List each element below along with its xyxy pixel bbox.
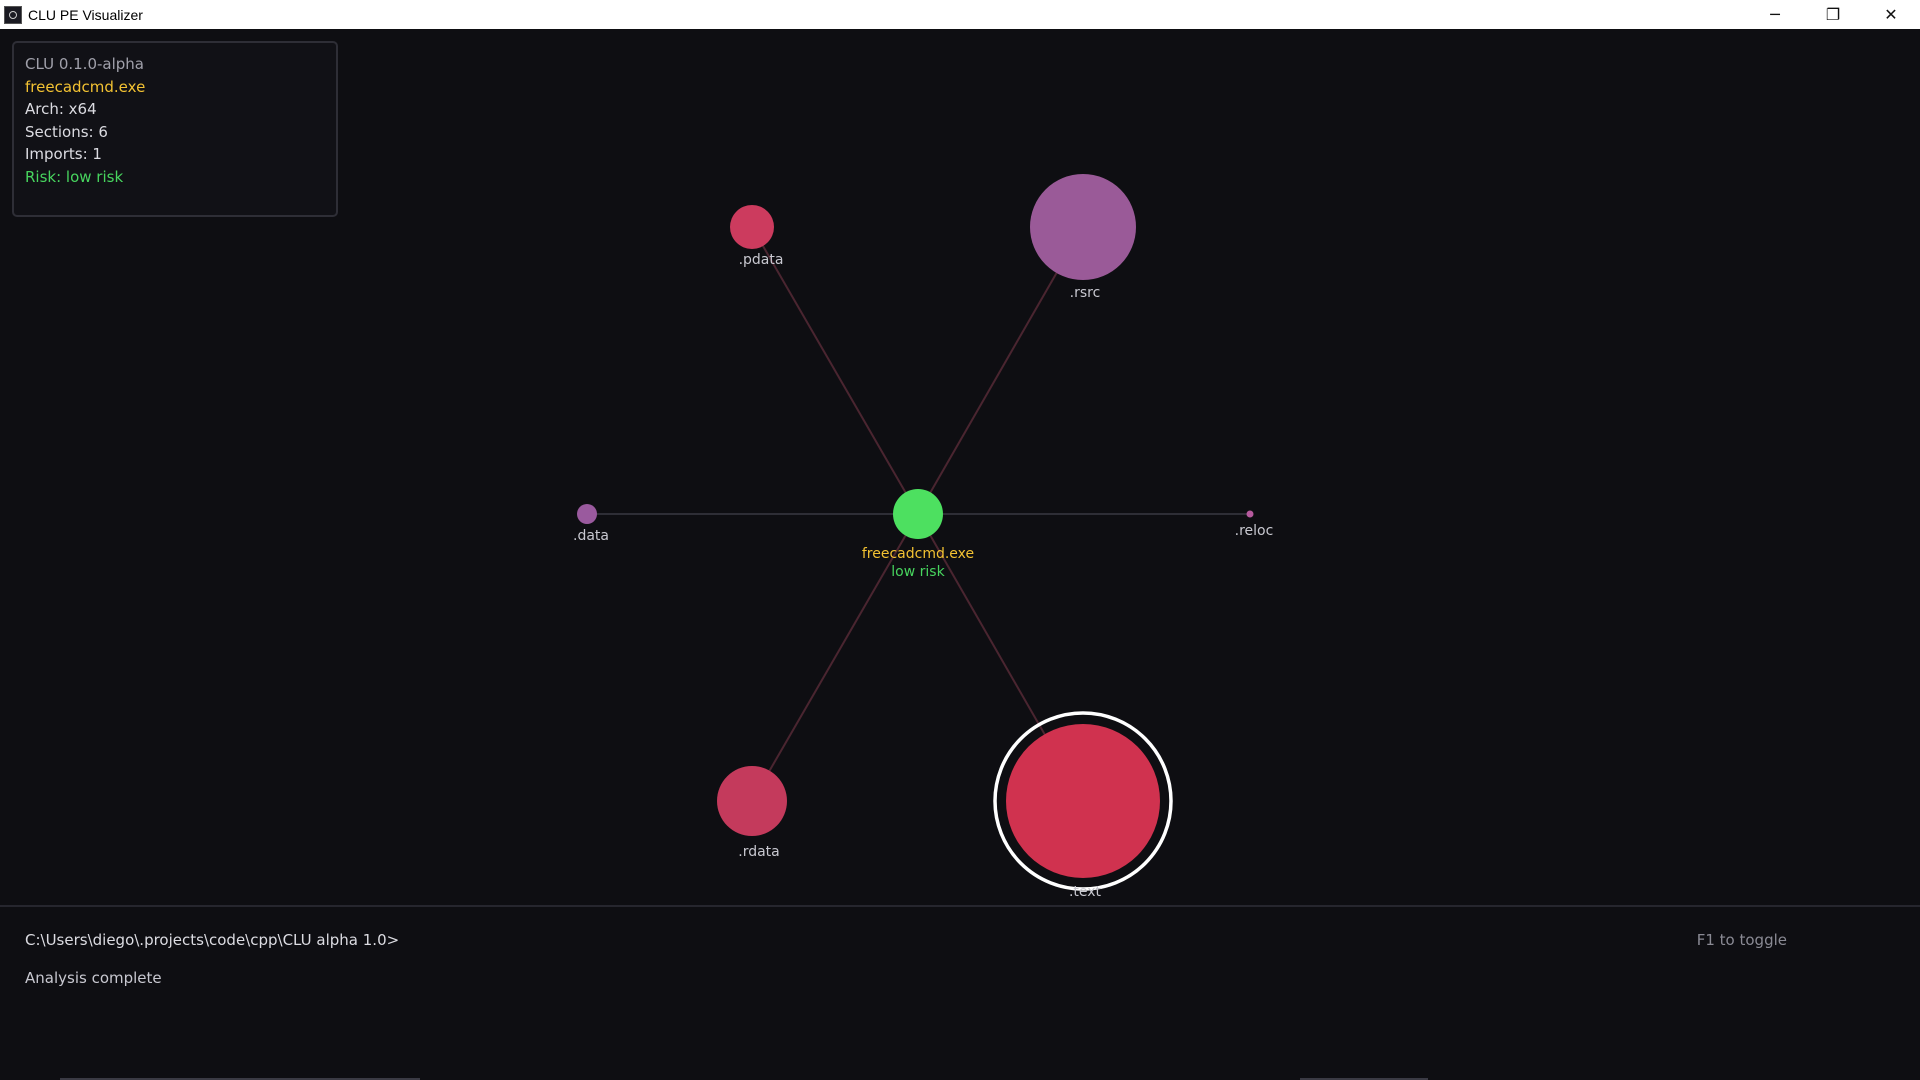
node-data[interactable]	[577, 504, 597, 524]
console-prompt[interactable]: C:\Users\diego\.projects\code\cpp\CLU al…	[25, 931, 399, 949]
file-name: freecadcmd.exe	[25, 77, 146, 96]
risk-level: Risk: low risk	[25, 167, 124, 186]
arch-info: Arch: x64	[25, 100, 97, 118]
imports-count: Imports: 1	[25, 145, 102, 163]
node-rsrc-label: .rsrc	[1070, 285, 1101, 301]
node-pdata[interactable]	[730, 205, 774, 249]
console-panel[interactable]: C:\Users\diego\.projects\code\cpp\CLU al…	[0, 907, 1920, 1080]
info-panel: CLU 0.1.0-alpha freecadcmd.exe Arch: x64…	[12, 41, 338, 217]
node-center[interactable]	[893, 489, 943, 539]
node-reloc-label: .reloc	[1235, 523, 1274, 539]
edge-pdata	[751, 226, 919, 515]
node-rdata[interactable]	[717, 766, 787, 836]
console-status: Analysis complete	[25, 969, 162, 987]
app-version: CLU 0.1.0-alpha	[25, 55, 144, 73]
node-rdata-label: .rdata	[738, 844, 780, 860]
sections-count: Sections: 6	[25, 122, 108, 141]
node-text-label: .text	[1069, 884, 1102, 900]
node-reloc[interactable]	[1246, 510, 1254, 518]
node-center-risk: low risk	[891, 564, 945, 580]
node-rsrc[interactable]	[1030, 174, 1136, 280]
node-pdata-label: .pdata	[739, 252, 784, 268]
node-text[interactable]	[1006, 724, 1160, 878]
node-center-label: freecadcmd.exe	[862, 546, 974, 562]
toggle-hint: F1 to toggle	[1696, 931, 1787, 949]
node-data-label: .data	[573, 528, 609, 544]
